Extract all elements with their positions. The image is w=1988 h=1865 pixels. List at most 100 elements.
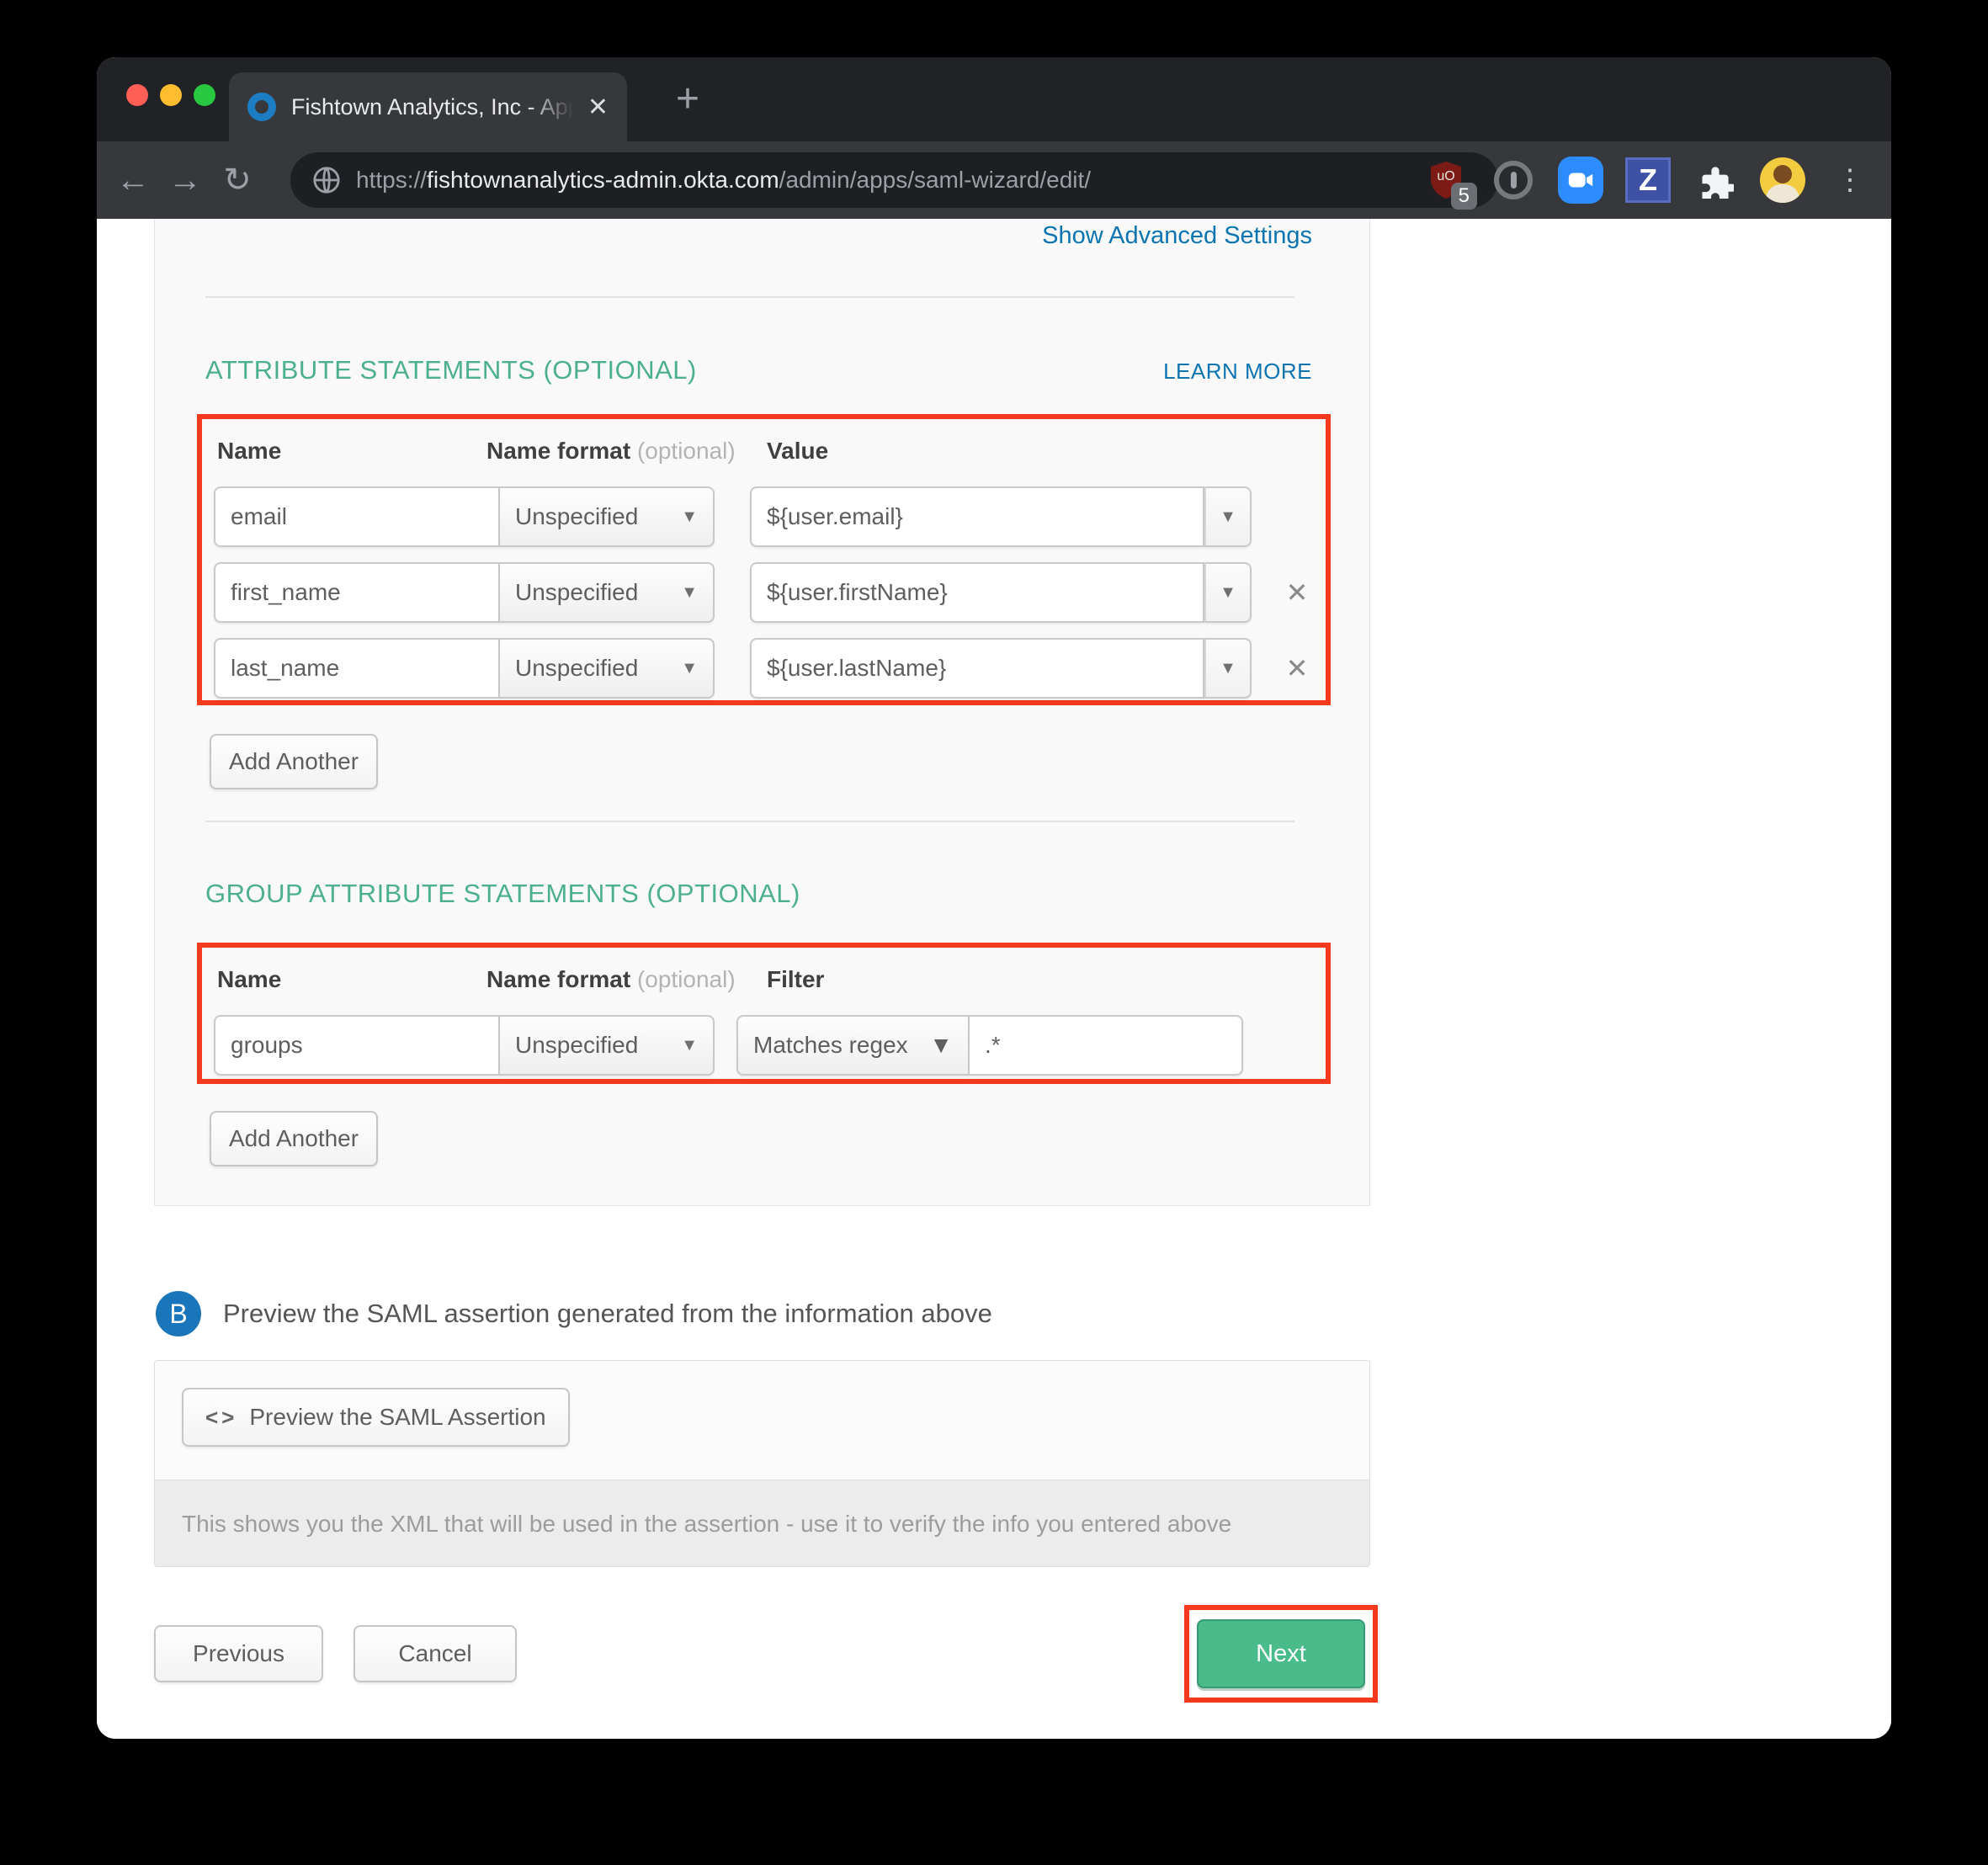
z-extension-icon[interactable]: Z bbox=[1625, 157, 1671, 203]
group-name-input[interactable] bbox=[214, 1015, 500, 1076]
chevron-down-icon: ▼ bbox=[681, 659, 698, 678]
attr-value-dropdown-button[interactable]: ▼ bbox=[1204, 562, 1252, 623]
url-path: /admin/apps/saml-wizard/edit/ bbox=[779, 167, 1091, 193]
col-format-optional-label: (optional) bbox=[630, 966, 736, 992]
url-host: fishtownanalytics-admin.okta.com bbox=[427, 167, 779, 193]
attr-format-select[interactable]: Unspecified ▼ bbox=[500, 562, 715, 623]
browser-window: Fishtown Analytics, Inc - Applic ✕ + ← →… bbox=[97, 57, 1891, 1739]
attr-value-input[interactable] bbox=[750, 638, 1204, 699]
previous-button[interactable]: Previous bbox=[154, 1625, 323, 1682]
preview-section-title: Preview the SAML assertion generated fro… bbox=[223, 1299, 992, 1329]
zoom-window-button[interactable] bbox=[194, 84, 215, 106]
attr-value-dropdown-button[interactable]: ▼ bbox=[1204, 638, 1252, 699]
svg-text:uO: uO bbox=[1437, 169, 1454, 183]
tab-close-icon[interactable]: ✕ bbox=[587, 93, 609, 122]
page-viewport: Show Advanced Settings ATTRIBUTE STATEME… bbox=[97, 219, 1891, 1739]
new-tab-button[interactable]: + bbox=[676, 76, 699, 122]
browser-toolbar: ← → ↻ https://fishtownanalytics-admin.ok… bbox=[97, 141, 1891, 219]
back-icon[interactable]: ← bbox=[107, 162, 159, 199]
browser-menu-icon[interactable]: ⋮ bbox=[1827, 157, 1873, 203]
onepassword-extension-icon[interactable] bbox=[1491, 157, 1536, 203]
window-controls bbox=[126, 84, 215, 106]
next-button[interactable]: Next bbox=[1197, 1619, 1365, 1688]
preview-note-text: This shows you the XML that will be used… bbox=[182, 1511, 1231, 1538]
desktop-background: Fishtown Analytics, Inc - Applic ✕ + ← →… bbox=[0, 0, 1988, 1865]
reload-icon[interactable]: ↻ bbox=[211, 161, 263, 199]
forward-icon[interactable]: → bbox=[159, 162, 211, 199]
attr-name-input[interactable] bbox=[214, 562, 500, 623]
remove-row-icon[interactable]: ✕ bbox=[1280, 652, 1314, 684]
attr-format-value: Unspecified bbox=[515, 503, 638, 530]
chevron-down-icon: ▼ bbox=[1220, 583, 1236, 603]
saml-settings-card: Show Advanced Settings ATTRIBUTE STATEME… bbox=[154, 219, 1370, 1206]
learn-more-link[interactable]: LEARN MORE bbox=[1163, 359, 1312, 385]
preview-panel-body: <> Preview the SAML Assertion bbox=[155, 1361, 1369, 1480]
divider bbox=[205, 296, 1294, 298]
divider bbox=[205, 821, 1294, 822]
attribute-row: Unspecified ▼ ▼ ✕ bbox=[214, 638, 1314, 699]
step-b-badge: B bbox=[156, 1291, 201, 1336]
remove-row-icon[interactable]: ✕ bbox=[1280, 577, 1314, 608]
minimize-window-button[interactable] bbox=[160, 84, 182, 106]
extension-area: uO 5 Z ⋮ bbox=[1423, 141, 1873, 219]
show-advanced-settings-link[interactable]: Show Advanced Settings bbox=[1042, 222, 1312, 250]
zoom-extension-icon[interactable] bbox=[1558, 157, 1603, 203]
tab-strip: Fishtown Analytics, Inc - Applic ✕ + bbox=[97, 57, 1891, 141]
tab-title: Fishtown Analytics, Inc - Applic bbox=[291, 94, 579, 120]
preview-panel-note: This shows you the XML that will be used… bbox=[155, 1480, 1369, 1567]
preview-button-label: Preview the SAML Assertion bbox=[249, 1404, 545, 1431]
add-another-group-attribute-button[interactable]: Add Another bbox=[210, 1111, 378, 1166]
preview-assertion-panel: <> Preview the SAML Assertion This shows… bbox=[154, 1360, 1370, 1567]
preview-section-heading: B Preview the SAML assertion generated f… bbox=[156, 1291, 992, 1336]
attribute-row: Unspecified ▼ ▼ ✕ bbox=[214, 562, 1314, 623]
close-window-button[interactable] bbox=[126, 84, 148, 106]
ublock-badge: 5 bbox=[1451, 183, 1477, 210]
col-format-label: Name format bbox=[486, 966, 630, 992]
chevron-down-icon: ▼ bbox=[1220, 659, 1236, 678]
attr-format-select[interactable]: Unspecified ▼ bbox=[500, 486, 715, 547]
attr-format-value: Unspecified bbox=[515, 579, 638, 606]
ublock-extension-icon[interactable]: uO 5 bbox=[1423, 157, 1469, 203]
group-filter-type-value: Matches regex bbox=[753, 1032, 908, 1059]
attr-name-input[interactable] bbox=[214, 486, 500, 547]
browser-tab[interactable]: Fishtown Analytics, Inc - Applic ✕ bbox=[229, 72, 627, 141]
url-text: https://fishtownanalytics-admin.okta.com… bbox=[356, 167, 1091, 194]
attribute-statements-title: ATTRIBUTE STATEMENTS (OPTIONAL) bbox=[205, 355, 697, 385]
okta-favicon-icon bbox=[247, 93, 276, 121]
group-filter-type-select[interactable]: Matches regex ▼ bbox=[736, 1015, 970, 1076]
col-format-optional-label: (optional) bbox=[630, 438, 736, 464]
col-value-label: Value bbox=[767, 438, 828, 464]
chevron-down-icon: ▼ bbox=[1220, 507, 1236, 527]
attribute-row: Unspecified ▼ ▼ bbox=[214, 486, 1314, 547]
globe-icon bbox=[312, 166, 341, 194]
attr-value-input[interactable] bbox=[750, 562, 1204, 623]
address-bar[interactable]: https://fishtownanalytics-admin.okta.com… bbox=[290, 152, 1498, 208]
group-format-value: Unspecified bbox=[515, 1032, 638, 1059]
code-brackets-icon: <> bbox=[205, 1405, 237, 1431]
col-name-label: Name bbox=[217, 966, 281, 992]
attr-value-input[interactable] bbox=[750, 486, 1204, 547]
col-filter-label: Filter bbox=[767, 966, 824, 992]
group-format-select[interactable]: Unspecified ▼ bbox=[500, 1015, 715, 1076]
group-table-headers: Name Name format (optional) Filter bbox=[217, 966, 1314, 993]
group-attribute-row: Unspecified ▼ Matches regex ▼ bbox=[214, 1015, 1314, 1076]
attr-format-value: Unspecified bbox=[515, 655, 638, 682]
attr-format-select[interactable]: Unspecified ▼ bbox=[500, 638, 715, 699]
preview-saml-assertion-button[interactable]: <> Preview the SAML Assertion bbox=[182, 1388, 570, 1447]
attr-name-input[interactable] bbox=[214, 638, 500, 699]
group-filter-value-input[interactable] bbox=[970, 1015, 1243, 1076]
chevron-down-icon: ▼ bbox=[681, 583, 698, 603]
next-button-annotated-box: Next bbox=[1184, 1605, 1378, 1703]
cancel-button[interactable]: Cancel bbox=[353, 1625, 517, 1682]
extensions-puzzle-icon[interactable] bbox=[1693, 157, 1738, 203]
col-format-label: Name format bbox=[486, 438, 630, 464]
chevron-down-icon: ▼ bbox=[929, 1032, 953, 1059]
add-another-attribute-button[interactable]: Add Another bbox=[210, 734, 378, 789]
url-scheme: https:// bbox=[356, 167, 427, 193]
chevron-down-icon: ▼ bbox=[681, 1036, 698, 1055]
profile-avatar[interactable] bbox=[1760, 157, 1805, 203]
attr-value-dropdown-button[interactable]: ▼ bbox=[1204, 486, 1252, 547]
chevron-down-icon: ▼ bbox=[681, 507, 698, 527]
group-attribute-statements-annotated-box: Name Name format (optional) Filter Unspe… bbox=[197, 943, 1331, 1084]
attribute-table-headers: Name Name format (optional) Value bbox=[217, 438, 1314, 465]
